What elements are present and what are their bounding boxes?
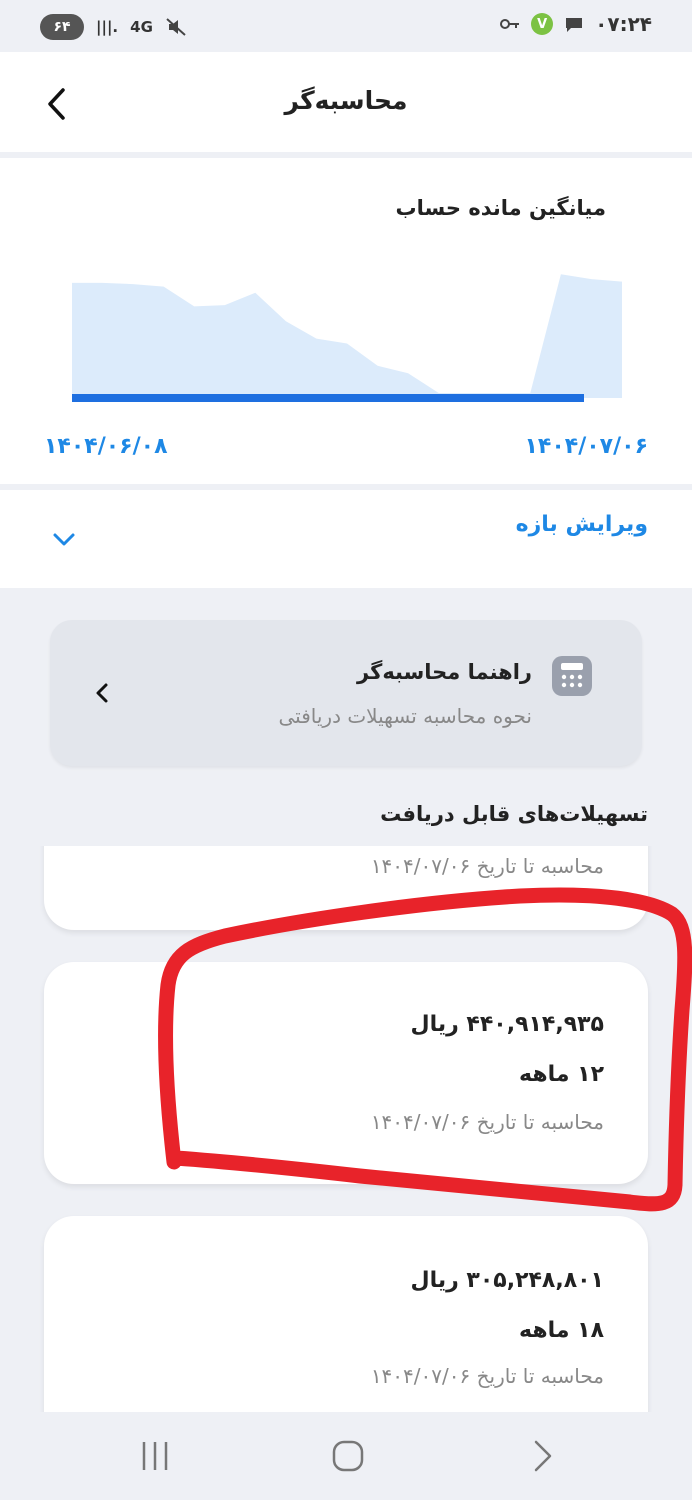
home-icon: [332, 1440, 364, 1472]
chevron-right-icon: [534, 1440, 552, 1472]
calculator-icon: [552, 656, 592, 696]
chart-end-date: ۱۴۰۴/۰۷/۰۶: [524, 434, 649, 459]
chevron-left-icon: [96, 683, 108, 703]
chart-area: [72, 274, 622, 398]
loan-calc-note: محاسبه تا تاریخ ۱۴۰۴/۰۷/۰۶: [370, 854, 604, 878]
chart-baseline: [72, 394, 584, 402]
signal-icon: |||.: [96, 18, 119, 36]
app-notification-icon: V: [531, 13, 554, 35]
battery-indicator: ۶۴: [40, 14, 84, 40]
loan-calc-note: محاسبه تا تاریخ ۱۴۰۴/۰۷/۰۶: [370, 1364, 604, 1388]
status-right: V ۰۷:۲۴: [499, 12, 652, 36]
status-left: ۶۴ |||. 4G: [40, 14, 187, 40]
edit-range-label: ویرایش بازه: [515, 512, 648, 537]
loan-amount: ۴۴۰,۹۱۴,۹۳۵ ریال: [410, 1012, 604, 1037]
chart-start-date: ۱۴۰۴/۰۶/۰۸: [44, 434, 168, 459]
balance-chart: [72, 274, 622, 402]
loan-card[interactable]: ۴۴۰,۹۱۴,۹۳۵ ریال ۱۲ ماهه محاسبه تا تاریخ…: [44, 962, 648, 1184]
loan-card[interactable]: محاسبه تا تاریخ ۱۴۰۴/۰۷/۰۶: [44, 846, 648, 930]
section-title: تسهیلات‌های قابل دریافت: [380, 802, 648, 826]
calculator-guide-card[interactable]: راهنما محاسبه‌گر نحوه محاسبه تسهیلات دری…: [50, 620, 642, 766]
loan-amount: ۳۰۵,۲۴۸,۸۰۱ ریال: [410, 1268, 604, 1293]
key-icon: [499, 13, 521, 35]
loan-card[interactable]: ۳۰۵,۲۴۸,۸۰۱ ریال ۱۸ ماهه محاسبه تا تاریخ…: [44, 1216, 648, 1412]
balance-chart-card: میانگین مانده حساب ۱۴۰۴/۰۶/۰۸ ۱۴۰۴/۰۷/۰۶: [0, 158, 692, 484]
chevron-down-icon: [53, 533, 75, 546]
app-header: محاسبه‌گر: [0, 52, 692, 152]
mute-icon: [165, 16, 187, 38]
network-type: 4G: [130, 18, 153, 36]
guide-subtitle: نحوه محاسبه تسهیلات دریافتی: [278, 704, 532, 728]
page-title: محاسبه‌گر: [284, 86, 408, 115]
recent-apps-icon: [142, 1442, 168, 1470]
recent-apps-button[interactable]: [136, 1438, 176, 1474]
loan-list[interactable]: محاسبه تا تاریخ ۱۴۰۴/۰۷/۰۶ ۴۴۰,۹۱۴,۹۳۵ ر…: [0, 846, 692, 1412]
message-icon: [563, 13, 585, 35]
home-button[interactable]: [328, 1438, 368, 1474]
loan-term: ۱۲ ماهه: [519, 1062, 604, 1087]
edit-range-toggle[interactable]: ویرایش بازه: [0, 490, 692, 588]
clock: ۰۷:۲۴: [595, 12, 652, 36]
back-nav-button[interactable]: [522, 1438, 562, 1474]
loan-term: ۱۸ ماهه: [519, 1318, 604, 1343]
status-bar: ۶۴ |||. 4G V ۰۷:۲۴: [0, 0, 692, 52]
guide-title: راهنما محاسبه‌گر: [357, 660, 532, 684]
system-nav-bar: [0, 1412, 692, 1500]
loan-calc-note: محاسبه تا تاریخ ۱۴۰۴/۰۷/۰۶: [370, 1110, 604, 1134]
